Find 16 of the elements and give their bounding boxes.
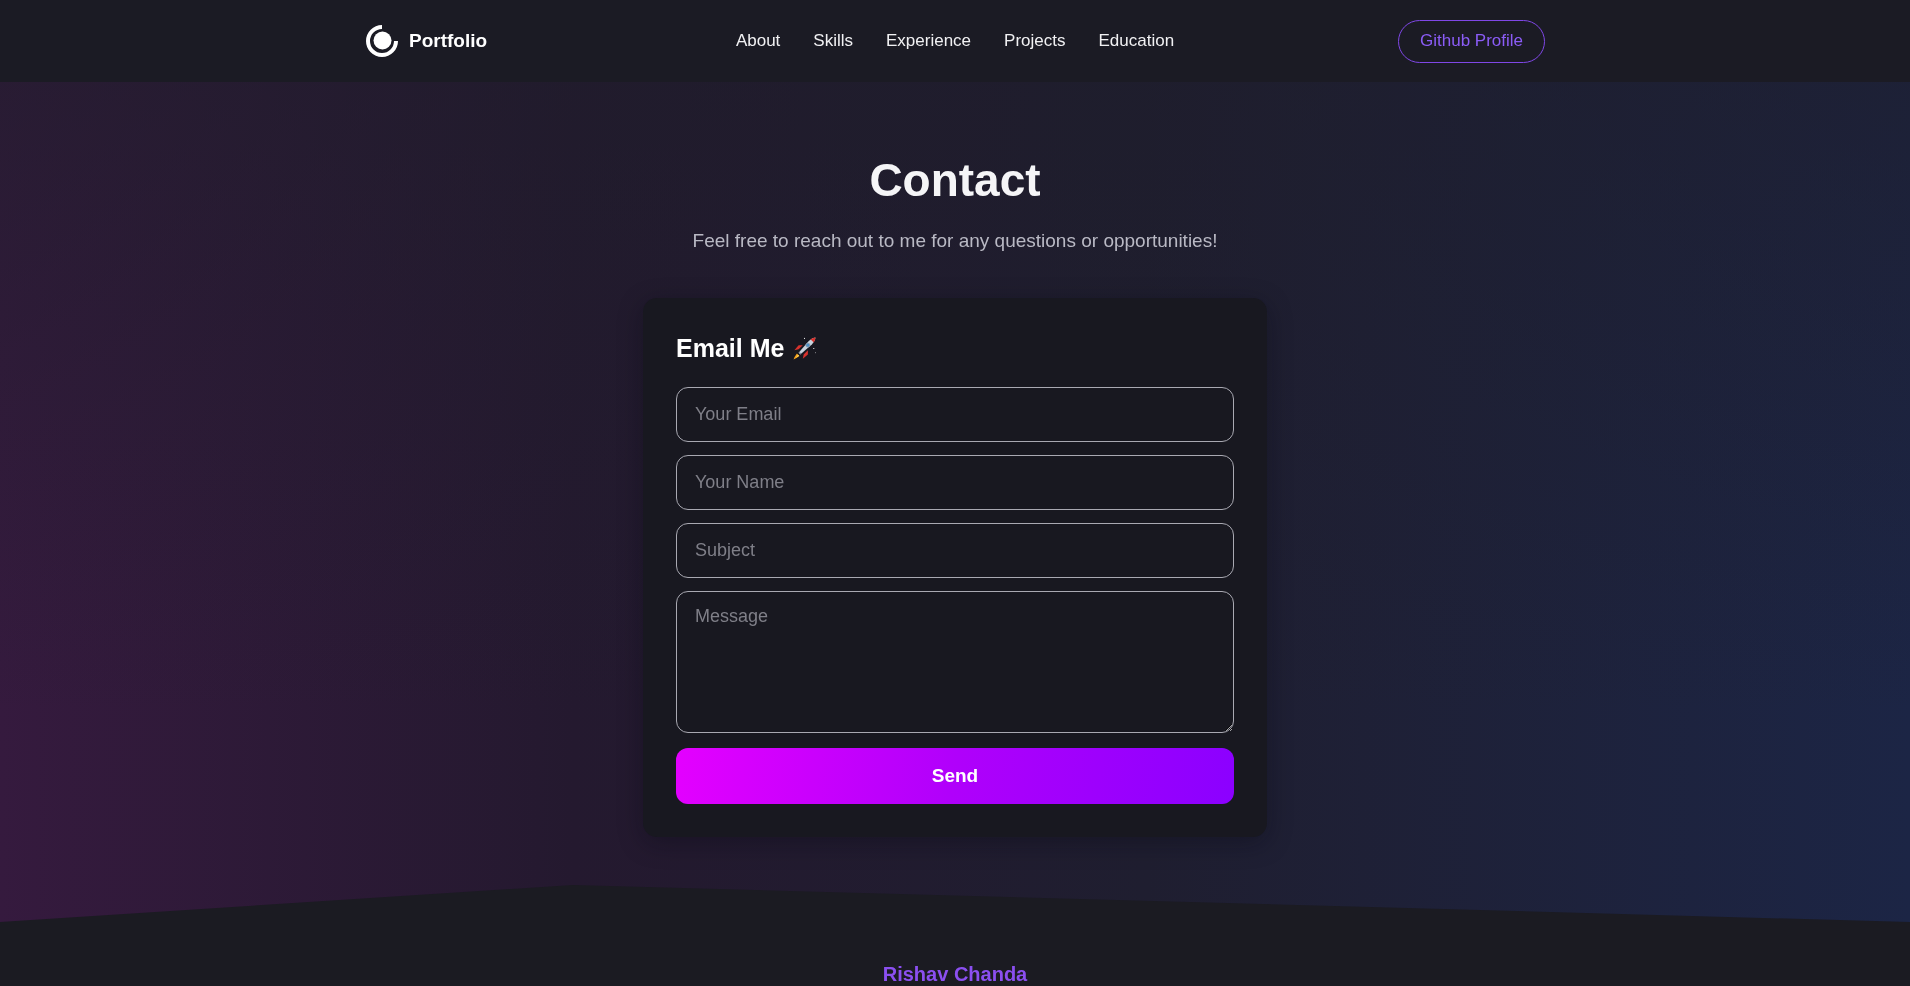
logo-icon <box>365 24 399 58</box>
section-title: Contact <box>869 153 1041 208</box>
nav-link[interactable]: Skills <box>813 31 853 51</box>
logo-text[interactable]: Portfolio <box>409 30 488 52</box>
input-field[interactable]: Your Name <box>676 455 1234 510</box>
nav-link[interactable]: Projects <box>1004 31 1066 51</box>
nav-link[interactable]: About <box>735 31 781 51</box>
input-field[interactable]: Subject <box>676 523 1234 578</box>
footer-name: Rishav Chanda <box>882 963 1028 985</box>
message-field[interactable]: Message <box>676 591 1234 733</box>
section-subtitle: Feel free to reach out to me for any questions or opportunities! <box>692 229 1218 253</box>
nav-link[interactable]: Education <box>1098 31 1175 51</box>
card-title: Email Me <box>676 333 785 363</box>
send-button[interactable]: Send <box>676 748 1234 804</box>
nav-link[interactable]: Experience <box>886 31 972 51</box>
input-field[interactable]: Your Email <box>676 387 1234 442</box>
